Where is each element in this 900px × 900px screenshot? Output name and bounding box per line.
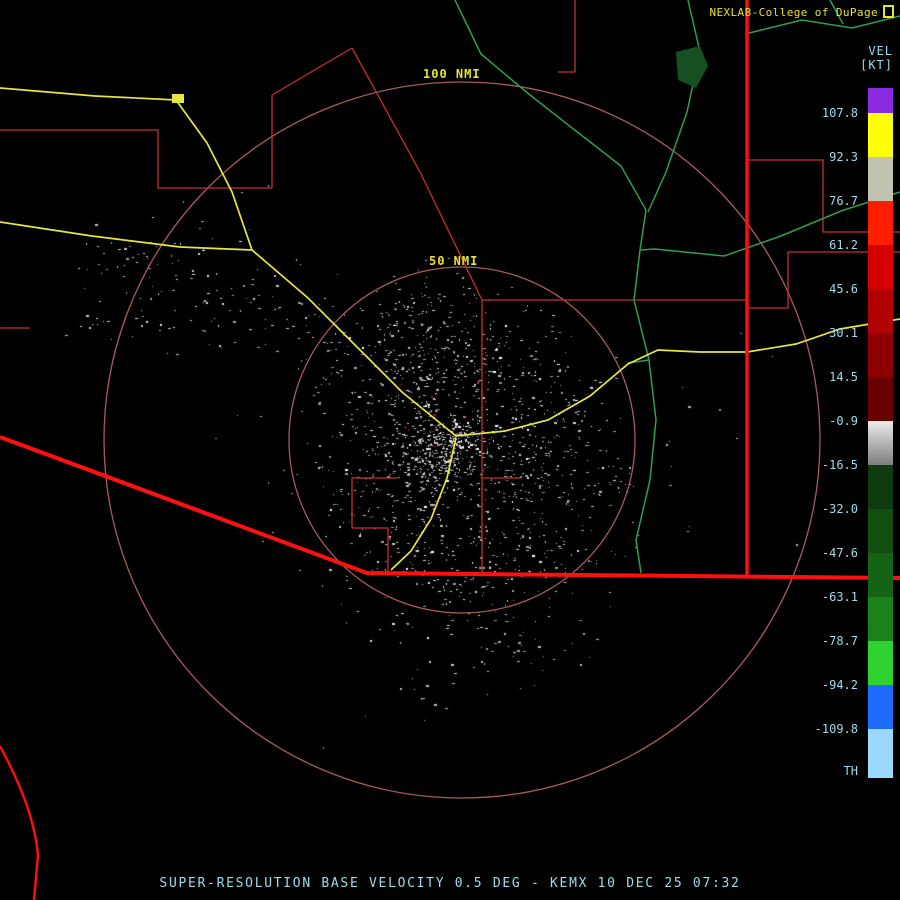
map-overlay (0, 0, 900, 900)
county-line-northwest (0, 48, 352, 188)
product-caption: SUPER-RESOLUTION BASE VELOCITY 0.5 DEG -… (159, 876, 740, 891)
county-line-top-center (558, 0, 575, 72)
lake-polygon (676, 46, 708, 88)
watermark-title: NEXLAB-College of DuPage (709, 6, 878, 19)
colorbar-unit-bracket: [KT] (860, 58, 893, 72)
range-ring-100nmi (104, 82, 820, 798)
river-line-northeast (648, 0, 700, 212)
county-line-east (747, 252, 900, 308)
international-border-line (0, 437, 900, 578)
road-shield-marker (172, 94, 184, 103)
colorbar-unit-label: VEL (868, 44, 893, 58)
range-label-50nmi: 50 NMI (429, 254, 478, 268)
river-line-east (640, 192, 900, 256)
colorbar-th-label: TH (844, 764, 858, 778)
river-line-south (634, 250, 656, 573)
highway-i19-south (391, 438, 456, 570)
county-line-northeast (747, 160, 900, 232)
highway-northwest (0, 88, 252, 250)
cod-logo-icon (883, 5, 894, 18)
range-label-100nmi: 100 NMI (423, 67, 481, 81)
county-line-stairstep (352, 478, 398, 573)
range-ring-50nmi (289, 267, 635, 613)
border-southwest-curve (0, 746, 38, 900)
river-line-north (455, 0, 646, 250)
radar-display: NEXLAB-College of DuPage 100 NMI 50 NMI … (0, 0, 900, 900)
